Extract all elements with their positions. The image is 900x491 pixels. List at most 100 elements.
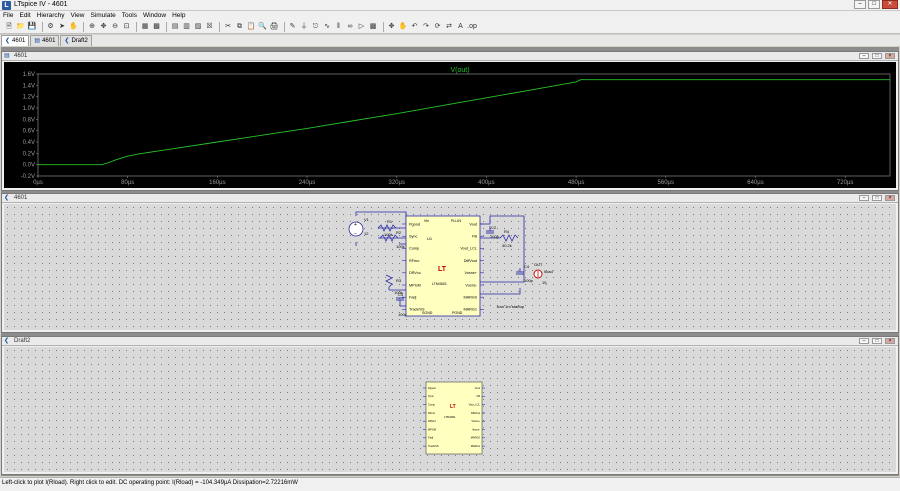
- zoom-in-icon[interactable]: ⊕: [87, 22, 97, 32]
- inductor-icon[interactable]: ∞: [345, 22, 355, 32]
- chip-pin-label: Fadj: [428, 436, 433, 440]
- out-net-label: OUT: [534, 262, 543, 267]
- trace-label-vout[interactable]: V(out): [450, 67, 469, 74]
- diode-icon[interactable]: ▷: [357, 22, 367, 32]
- grid-icon[interactable]: ▩: [152, 22, 162, 32]
- tab-schematic-draft2[interactable]: ❮ Draft2: [60, 35, 92, 46]
- open-schematic-icon[interactable]: 🗎: [4, 22, 14, 32]
- text-icon[interactable]: A: [456, 22, 466, 32]
- zoom-fit-icon[interactable]: ⊡: [122, 22, 132, 32]
- cascade-icon[interactable]: ▨: [193, 22, 203, 32]
- draft2-minimize-button[interactable]: –: [859, 338, 869, 344]
- y-tick-label: 1.4V: [23, 83, 35, 89]
- waveform-minimize-button[interactable]: –: [859, 53, 869, 59]
- spice-directive-icon[interactable]: .op: [467, 22, 477, 32]
- tab-schematic-4601[interactable]: ▤ 4601: [30, 35, 60, 46]
- waveform-window-title: 4601: [14, 53, 28, 59]
- draft2-ltm4601-chip[interactable]: LT LTM4601 Pgood Sync Comp RFmo DRVcc MPGM Fad…: [423, 381, 485, 455]
- find-icon[interactable]: 🔍: [258, 22, 268, 32]
- waveform-window[interactable]: ▤ 4601 – □ × V(out) 1.6V 1.4V 1.2V 1.0V 0.8V…: [1, 51, 899, 191]
- maximize-button[interactable]: □: [868, 0, 880, 9]
- menu-hierarchy[interactable]: Hierarchy: [37, 11, 65, 20]
- capacitor-c4[interactable]: C4 100p: [516, 264, 534, 283]
- label-net-icon[interactable]: ⎋: [311, 22, 321, 32]
- draft2-close-button[interactable]: ×: [885, 338, 895, 344]
- close-button[interactable]: ✕: [882, 0, 898, 9]
- schematic-close-button[interactable]: ×: [885, 195, 895, 201]
- waveform-chart[interactable]: V(out) 1.6V 1.4V 1.2V 1.0V 0.8V 0.6V 0.4V 0.2V 0…: [4, 62, 896, 188]
- resistor-icon[interactable]: ∿: [322, 22, 332, 32]
- schematic-window[interactable]: ❮ 4601 – □ × + − V1 12 R1 100k R2 100k R…: [1, 193, 899, 333]
- chip-pin-label: MARG0: [463, 296, 477, 300]
- cut-icon[interactable]: ✂: [223, 22, 233, 32]
- draft2-window-titlebar[interactable]: ❮ Draft2 – □ ×: [2, 337, 898, 346]
- waveform-plot[interactable]: V(out) 1.6V 1.4V 1.2V 1.0V 0.8V 0.6V 0.4V 0.2V 0…: [4, 62, 896, 188]
- paste-icon[interactable]: 📋: [246, 22, 256, 32]
- chip-pin-label: Pgood: [428, 386, 436, 390]
- tile-vertical-icon[interactable]: ▥: [182, 22, 192, 32]
- halt-icon[interactable]: ✋: [69, 22, 79, 32]
- ltm4601-chip[interactable]: U1 LT LTM4601 Vin PLLIN SGND PGND PgoodS…: [402, 215, 484, 317]
- menu-simulate[interactable]: Simulate: [90, 11, 115, 20]
- spice-directive[interactable]: .tran 1m startup: [496, 304, 525, 309]
- chip-pin-label: Pgood: [409, 222, 420, 226]
- chip-pin-label: MPGM: [409, 283, 421, 287]
- waveform-maximize-button[interactable]: □: [872, 53, 882, 59]
- chip-pin-label: Vout: [475, 386, 480, 390]
- schematic-minimize-button[interactable]: –: [859, 195, 869, 201]
- menu-view[interactable]: View: [71, 11, 85, 20]
- menu-tools[interactable]: Tools: [122, 11, 137, 20]
- menu-edit[interactable]: Edit: [19, 11, 30, 20]
- mirror-icon[interactable]: ⇄: [444, 22, 454, 32]
- menu-window[interactable]: Window: [143, 11, 166, 20]
- schematic-canvas[interactable]: + − V1 12 R1 100k R2 100k R3 100k C3 100…: [4, 204, 896, 330]
- close-all-icon[interactable]: ☒: [205, 22, 215, 32]
- ground-icon[interactable]: ⏚: [299, 22, 309, 32]
- wire-icon[interactable]: ✎: [288, 22, 298, 32]
- copy-icon[interactable]: ⧉: [235, 22, 245, 32]
- svg-text:R3: R3: [396, 278, 402, 283]
- resistor-r4[interactable]: R4 40.2k: [499, 229, 519, 248]
- pan-icon[interactable]: ✥: [99, 22, 109, 32]
- print-icon[interactable]: 🖨: [269, 22, 279, 32]
- schematic-window-titlebar[interactable]: ❮ 4601 – □ ×: [2, 194, 898, 203]
- x-tick-label: 640µs: [747, 180, 763, 186]
- toolbar: 🗎 📁 💾 ⚙ ➤ ✋ ⊕ ✥ ⊖ ⊡ ▦ ▩ ▤ ▥ ▨ ☒ ✂ ⧉ 📋 🔍 …: [0, 20, 900, 34]
- run-icon[interactable]: ➤: [57, 22, 67, 32]
- menu-help[interactable]: Help: [172, 11, 185, 20]
- series-line-vout[interactable]: [38, 79, 890, 166]
- draft2-maximize-button[interactable]: □: [872, 338, 882, 344]
- minimize-button[interactable]: –: [854, 0, 866, 9]
- capacitor-icon[interactable]: ‖: [334, 22, 344, 32]
- drag-icon[interactable]: ✋: [398, 22, 408, 32]
- y-tick-label: 0.8V: [23, 117, 35, 123]
- save-icon[interactable]: 💾: [27, 22, 37, 32]
- menu-file[interactable]: File: [3, 11, 13, 20]
- zoom-out-icon[interactable]: ⊖: [110, 22, 120, 32]
- autorange-icon[interactable]: ▦: [140, 22, 150, 32]
- app-title-bar: L LTspice IV - 4601 – □ ✕: [0, 0, 900, 11]
- capacitor-c2[interactable]: C2 100p: [486, 225, 500, 239]
- undo-icon[interactable]: ↶: [410, 22, 420, 32]
- draft2-window[interactable]: ❮ Draft2 – □ × LT LTM4601 Pgood Sync Comp R…: [1, 336, 899, 475]
- mdi-workspace: ▤ 4601 – □ × V(out) 1.6V 1.4V 1.2V 1.0V 0.8V…: [1, 47, 899, 476]
- component-icon[interactable]: ▩: [368, 22, 378, 32]
- tile-horizontal-icon[interactable]: ▤: [170, 22, 180, 32]
- move-icon[interactable]: ✥: [387, 22, 397, 32]
- chip-pin-label: MPGM: [428, 427, 436, 431]
- schematic-icon: ▤: [34, 38, 41, 44]
- rotate-icon[interactable]: ⟳: [433, 22, 443, 32]
- waveform-close-button[interactable]: ×: [885, 53, 895, 59]
- waveform-window-titlebar[interactable]: ▤ 4601 – □ ×: [2, 52, 898, 61]
- x-tick-label: 480µs: [568, 180, 584, 186]
- draft2-canvas[interactable]: LT LTM4601 Pgood Sync Comp RFmo DRVcc MPGM Fad…: [4, 347, 896, 472]
- schematic-maximize-button[interactable]: □: [872, 195, 882, 201]
- settings-icon[interactable]: ⚙: [46, 22, 56, 32]
- svg-text:C2: C2: [491, 225, 497, 230]
- redo-icon[interactable]: ↷: [421, 22, 431, 32]
- voltage-source-v1[interactable]: + − V1 12: [348, 217, 370, 237]
- svg-text:C4: C4: [524, 264, 530, 269]
- open-file-icon[interactable]: 📁: [16, 22, 26, 32]
- current-load-iload[interactable]: OUT Iload 15: [533, 262, 553, 285]
- tab-waveform-4601[interactable]: ❮ 4601: [1, 35, 30, 46]
